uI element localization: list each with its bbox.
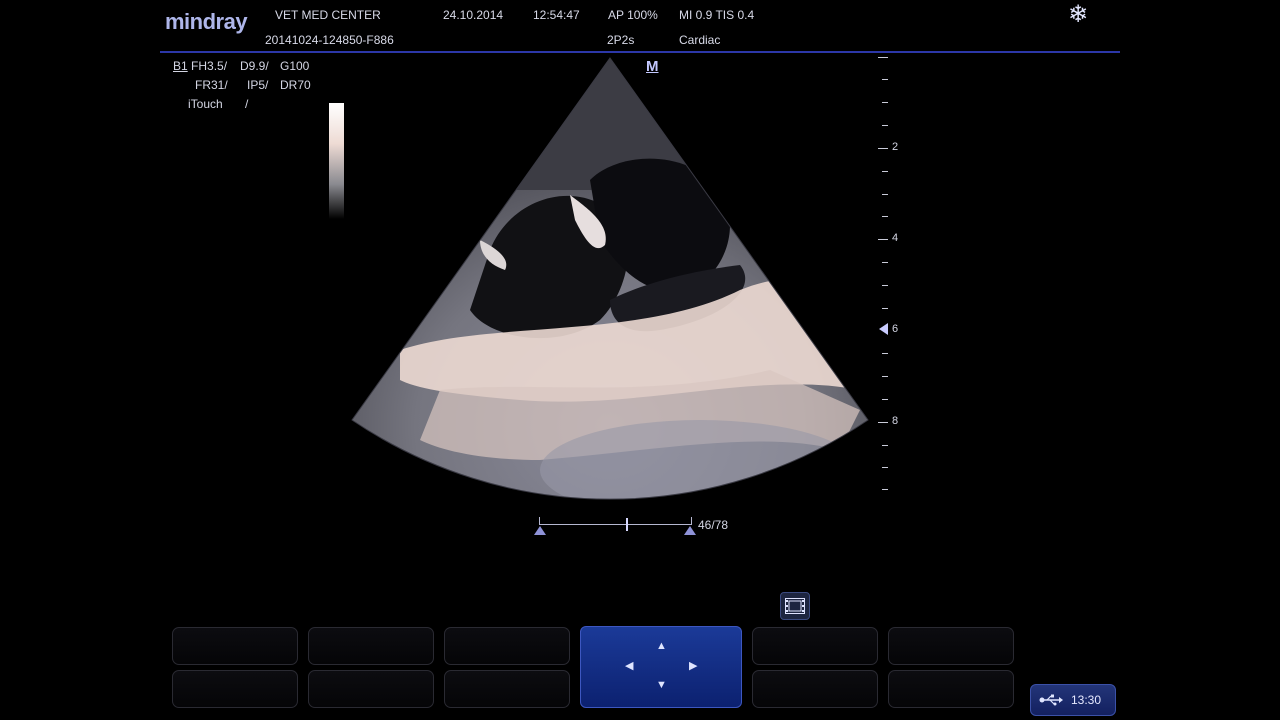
- depth-tick: [882, 489, 888, 490]
- depth-tick: [878, 57, 888, 58]
- cine-start-tick: [539, 517, 540, 525]
- cine-position-marker[interactable]: [626, 518, 628, 531]
- usb-status-button[interactable]: 13:30: [1030, 684, 1116, 716]
- cine-end-tick: [691, 517, 692, 525]
- depth-tick: [882, 445, 888, 446]
- ultrasound-sector-image[interactable]: [340, 50, 880, 520]
- arrow-down-icon[interactable]: ▼: [656, 680, 667, 691]
- depth-label: 4: [892, 232, 899, 244]
- depth-tick: [882, 376, 888, 377]
- depth-label: 2: [892, 141, 899, 153]
- joystick-pad[interactable]: ▲ ◀ ▶ ▼: [580, 626, 742, 708]
- depth-tick: [882, 102, 888, 103]
- cine-end-arrow-icon[interactable]: [684, 526, 696, 535]
- softkey-top-1[interactable]: [172, 627, 298, 665]
- film-strip-button[interactable]: [780, 592, 810, 620]
- depth-tick: [882, 262, 888, 263]
- institution-name: VET MED CENTER: [275, 8, 381, 22]
- usb-icon: [1039, 694, 1063, 706]
- depth-tick: [878, 239, 888, 240]
- depth-scale: 2 4 6 8: [878, 55, 908, 495]
- arrow-up-icon[interactable]: ▲: [656, 641, 667, 652]
- system-clock: 13:30: [1071, 693, 1102, 707]
- depth-tick: [882, 308, 888, 309]
- depth-tick: [878, 148, 888, 149]
- param-dynamic-range: DR70: [280, 78, 311, 92]
- depth-tick: [882, 125, 888, 126]
- depth-tick: [882, 467, 888, 468]
- focus-marker-icon[interactable]: [879, 323, 889, 335]
- exam-date: 24.10.2014: [443, 8, 504, 22]
- depth-tick: [882, 285, 888, 286]
- depth-tick: [878, 422, 888, 423]
- probe-preset: 2P2s: [607, 33, 635, 47]
- softkey-bottom-3[interactable]: [444, 670, 570, 708]
- softkey-top-5[interactable]: [888, 627, 1014, 665]
- depth-tick: [882, 79, 888, 80]
- cine-frame-counter: 46/78: [698, 518, 729, 532]
- depth-tick: [882, 171, 888, 172]
- depth-tick: [882, 194, 888, 195]
- softkey-bottom-5[interactable]: [888, 670, 1014, 708]
- softkey-bottom-2[interactable]: [308, 670, 434, 708]
- softkey-bottom-4[interactable]: [752, 670, 878, 708]
- cine-start-arrow-icon[interactable]: [534, 526, 546, 535]
- param-mode: B1 FH3.5/: [173, 59, 228, 73]
- arrow-right-icon[interactable]: ▶: [689, 661, 697, 672]
- softkey-top-3[interactable]: [444, 627, 570, 665]
- exam-id: 20141024-124850-F886: [265, 33, 394, 47]
- param-itouch: iTouch: [188, 97, 223, 111]
- param-image-process: IP5/: [247, 78, 269, 92]
- brand-logo: mindray: [165, 9, 248, 34]
- param-itouch-value: /: [245, 97, 249, 111]
- depth-tick: [882, 353, 888, 354]
- param-depth: D9.9/: [240, 59, 269, 73]
- snowflake-icon[interactable]: ❄: [1068, 0, 1088, 29]
- cine-progress-bar[interactable]: [540, 524, 692, 525]
- softkey-bottom-1[interactable]: [172, 670, 298, 708]
- depth-label: 8: [892, 415, 899, 427]
- arrow-left-icon[interactable]: ◀: [625, 661, 633, 672]
- orientation-marker: M: [646, 58, 659, 75]
- softkey-top-2[interactable]: [308, 627, 434, 665]
- depth-label: 6: [892, 323, 899, 335]
- param-gain: G100: [280, 59, 310, 73]
- exam-time: 12:54:47: [533, 8, 580, 22]
- depth-tick: [882, 216, 888, 217]
- acoustic-power: AP 100%: [608, 8, 658, 22]
- depth-tick: [882, 399, 888, 400]
- softkey-top-4[interactable]: [752, 627, 878, 665]
- param-frame-rate: FR31/: [195, 78, 228, 92]
- mi-tis-index: MI 0.9 TIS 0.4: [679, 8, 755, 22]
- exam-type: Cardiac: [679, 33, 721, 47]
- film-strip-icon: [785, 598, 805, 614]
